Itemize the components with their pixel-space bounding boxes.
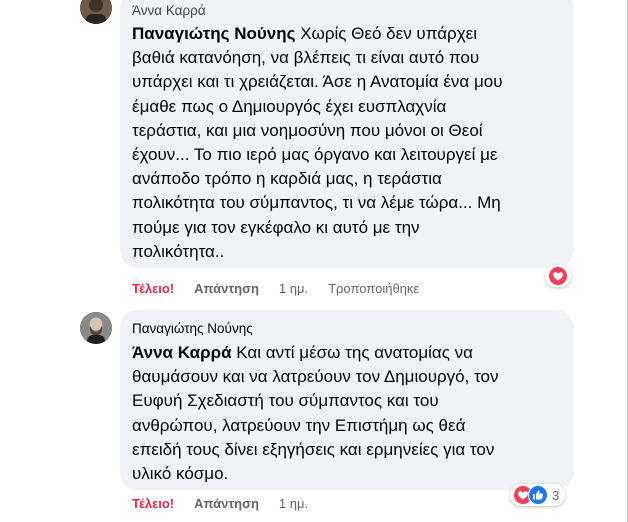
reaction-summary[interactable] xyxy=(545,265,571,287)
reply-button[interactable]: Απάντηση xyxy=(194,281,259,297)
like-icon xyxy=(528,485,548,505)
comment-actions: Τέλειο! Απάντηση 1 ημ. xyxy=(132,496,308,512)
comment-line: υλικό κόσμο. xyxy=(132,464,229,484)
comment-text: Παναγιώτης Νούνης Χωρίς Θεό δεν υπάρχει … xyxy=(132,22,562,264)
comment-line: έμαθε πως ο Δημιουργός έχει ευσπλαχνία xyxy=(132,96,447,116)
reaction-count: 3 xyxy=(552,487,560,503)
comment-line: Και αντί μέσω της ανατομίας να xyxy=(236,343,473,362)
comment-line: υπάρχει και τι χρειάζεται. Άσε η Ανατομί… xyxy=(132,72,503,92)
avatar[interactable] xyxy=(80,312,112,344)
comment-line: θαυμάσουν και να λατρεύουν τον Δημιουργό… xyxy=(132,367,499,387)
profile-photo-icon xyxy=(80,0,112,24)
edited-label[interactable]: Τροποποιήθηκε xyxy=(328,281,419,297)
reply-button[interactable]: Απάντηση xyxy=(194,496,259,512)
timestamp-link[interactable]: 1 ημ. xyxy=(279,496,308,512)
avatar[interactable] xyxy=(80,0,112,24)
comment-line: πολικότητα.. xyxy=(132,241,225,261)
comment-line: ανάποδο τρόπο η καρδιά μας, η τεράστια xyxy=(132,169,442,189)
comment-thread: Άννα Καρρά Παναγιώτης Νούνης Χωρίς Θεό δ… xyxy=(0,0,628,522)
comment-text: Άννα Καρρά Και αντί μέσω της ανατομίας ν… xyxy=(132,341,562,486)
comment-bubble: Άννα Καρρά Παναγιώτης Νούνης Χωρίς Θεό δ… xyxy=(120,0,574,268)
reaction-button[interactable]: Τέλειο! xyxy=(132,496,174,512)
comment-line: Χωρίς Θεό δεν υπάρχει xyxy=(300,24,477,43)
mention-link[interactable]: Άννα Καρρά xyxy=(132,343,232,362)
comment-line: ανθρώπου, λατρεύουν την Επιστήμη ως θεά xyxy=(132,415,466,435)
comment-line: τεράστια, και μια νοημοσύνη που μόνοι οι… xyxy=(132,120,483,140)
comment-line: Ευφυή Σχεδιαστή του σύμπαντος και του xyxy=(132,391,439,411)
profile-photo-icon xyxy=(80,312,112,344)
love-icon xyxy=(548,266,568,286)
comment-author[interactable]: Άννα Καρρά xyxy=(132,2,562,19)
mention-link[interactable]: Παναγιώτης Νούνης xyxy=(132,24,295,43)
comment-line: επειδή τους δίνει εξηγήσεις και ερμηνείε… xyxy=(132,439,495,459)
comment-bubble: Παναγιώτης Νούνης Άννα Καρρά Και αντί μέ… xyxy=(120,310,574,490)
reaction-button[interactable]: Τέλειο! xyxy=(132,281,174,297)
comment-line: πούμε για τον εγκέφαλο κι αυτό με την xyxy=(132,217,420,237)
comment-author[interactable]: Παναγιώτης Νούνης xyxy=(132,320,562,337)
timestamp-link[interactable]: 1 ημ. xyxy=(279,281,308,297)
comment-line: έχουν... Το πιο ιερό μας όργανο και λειτ… xyxy=(132,145,498,165)
comment-line: βαθιά κατανόηση, να βλέπεις τι είναι αυτ… xyxy=(132,48,480,68)
reaction-summary[interactable]: 3 xyxy=(510,484,566,506)
comment-line: πολικότητα του σύμπαντος, τι να λέμε τώρ… xyxy=(132,193,501,213)
comment-actions: Τέλειο! Απάντηση 1 ημ. Τροποποιήθηκε xyxy=(132,281,419,297)
